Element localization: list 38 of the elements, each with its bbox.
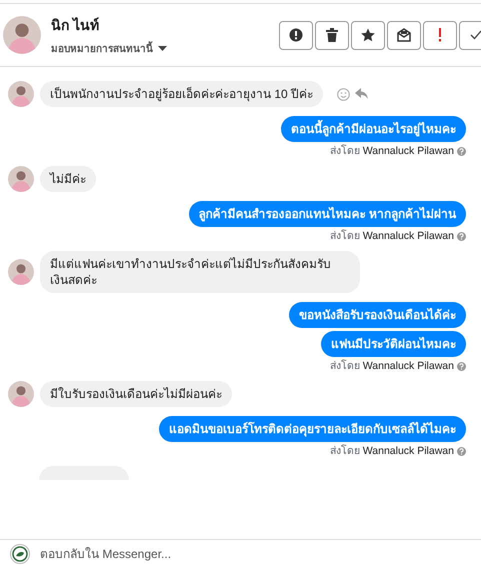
exclamation-icon — [438, 28, 442, 42]
contact-name: นิก ไนท์ — [51, 16, 100, 35]
message-bubble: เป็นพนักงานประจำอยู่ร้อยเอ็ดค่ะค่ะอายุงาน 10 ปีค่ะ — [40, 81, 324, 107]
message-bubble: แฟนมีประวัติผ่อนไหมคะ — [321, 331, 466, 357]
delete-button[interactable] — [315, 20, 349, 50]
help-icon[interactable] — [457, 362, 466, 371]
caret-icon — [158, 46, 167, 51]
message-bubble: ขอหนังสือรับรองเงินเดือนได้ค่ะ — [289, 302, 466, 328]
message-bubble: ไม่มีค่ะ — [40, 166, 96, 192]
star-button[interactable] — [351, 20, 385, 50]
sent-by-label: ส่งโดย Wannaluck Pilawan — [330, 360, 454, 373]
avatar — [8, 81, 34, 107]
avatar — [3, 16, 41, 54]
message-bubble: ลูกค้ามีคนสำรองออกแทนไหมคะ หากลูกค้าไม่ผ่าน — [188, 201, 466, 227]
star-icon — [361, 28, 375, 42]
message-bubble: มีแต่แฟนค่ะเขาทำงานประจำค่ะแต่ไม่มีประกันสังคมรับเงินสดค่ะ — [40, 251, 360, 293]
help-icon[interactable] — [457, 147, 466, 156]
mark-unread-button[interactable] — [387, 20, 421, 50]
alert-icon — [289, 28, 303, 42]
trash-icon — [326, 28, 338, 42]
assign-conversation-menu[interactable]: มอบหมายการสนทนานี้ — [51, 41, 167, 56]
help-icon[interactable] — [457, 232, 466, 241]
sent-by-label: ส่งโดย Wannaluck Pilawan — [330, 445, 454, 458]
report-button[interactable] — [279, 20, 313, 50]
message-bubble: ตอนนี้ลูกค้ามีผ่อนอะไรอยู่ไหมคะ — [281, 116, 466, 142]
reply-icon[interactable] — [355, 88, 368, 100]
message-bubble: มีใบรับรองเงินเดือนค่ะไม่มีผ่อนค่ะ — [40, 381, 232, 407]
envelope-icon — [397, 28, 411, 42]
avatar — [8, 166, 34, 192]
avatar — [8, 259, 34, 285]
check-icon — [470, 30, 481, 40]
sent-by-label: ส่งโดย Wannaluck Pilawan — [330, 230, 454, 243]
avatar — [8, 381, 34, 407]
important-button[interactable] — [423, 20, 457, 50]
help-icon[interactable] — [457, 447, 466, 456]
sent-by-label: ส่งโดย Wannaluck Pilawan — [330, 145, 454, 158]
page-logo-icon — [10, 544, 30, 564]
message-bubble: แอดมินขอเบอร์โทรติดต่อคุยรายละเอียดกับเซลล์ได้ไมคะ — [159, 416, 466, 442]
